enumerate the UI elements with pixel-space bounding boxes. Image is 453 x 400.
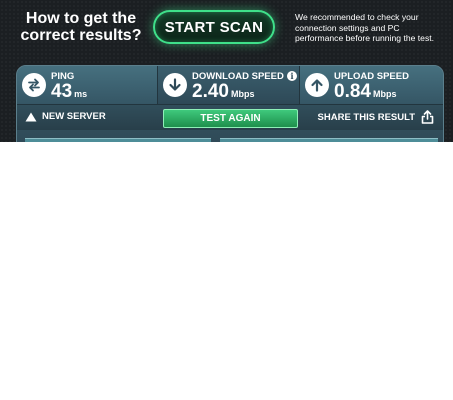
ping-unit: ms xyxy=(74,89,88,99)
info-icon[interactable]: i xyxy=(287,71,297,81)
triangle-up-icon xyxy=(25,112,37,121)
share-label: SHARE THIS RESULT xyxy=(317,111,415,123)
upload-stat: UPLOAD SPEED 0.84 Mbps xyxy=(300,66,443,104)
promo-heading: How to get the correct results? xyxy=(20,10,142,44)
download-stat: DOWNLOAD SPEED i 2.40 Mbps xyxy=(158,66,300,104)
ping-number: 43 xyxy=(51,81,73,102)
actions-bar: NEW SERVER TEST AGAIN SHARE THIS RESULT xyxy=(17,104,443,130)
new-server-button[interactable]: NEW SERVER xyxy=(25,111,106,122)
stats-row: PING 43 ms DOWNLOAD SPEED i 2.40 Mbps UP… xyxy=(17,66,443,104)
ping-value: 43 ms xyxy=(51,81,87,103)
upload-number: 0.84 xyxy=(334,81,371,102)
blank-area xyxy=(0,142,453,400)
start-scan-button[interactable]: START SCAN xyxy=(153,10,275,44)
new-server-label: NEW SERVER xyxy=(42,111,106,122)
exchange-arrows-icon xyxy=(22,73,46,97)
promo-note: We recommended to check your connection … xyxy=(295,12,435,43)
panel-lower-strip xyxy=(17,130,443,142)
upload-value: 0.84 Mbps xyxy=(334,81,396,103)
share-result-button[interactable]: SHARE THIS RESULT xyxy=(318,110,434,124)
ping-stat: PING 43 ms xyxy=(17,66,158,104)
download-value: 2.40 Mbps xyxy=(192,81,254,103)
share-icon xyxy=(421,110,434,124)
results-panel: PING 43 ms DOWNLOAD SPEED i 2.40 Mbps UP… xyxy=(16,65,444,142)
test-again-button[interactable]: TEST AGAIN xyxy=(163,109,298,128)
arrow-down-icon xyxy=(163,73,187,97)
upload-unit: Mbps xyxy=(372,89,397,99)
download-unit: Mbps xyxy=(230,89,255,99)
arrow-up-icon xyxy=(305,73,329,97)
promo-banner: How to get the correct results? START SC… xyxy=(0,0,453,142)
download-number: 2.40 xyxy=(192,81,229,102)
